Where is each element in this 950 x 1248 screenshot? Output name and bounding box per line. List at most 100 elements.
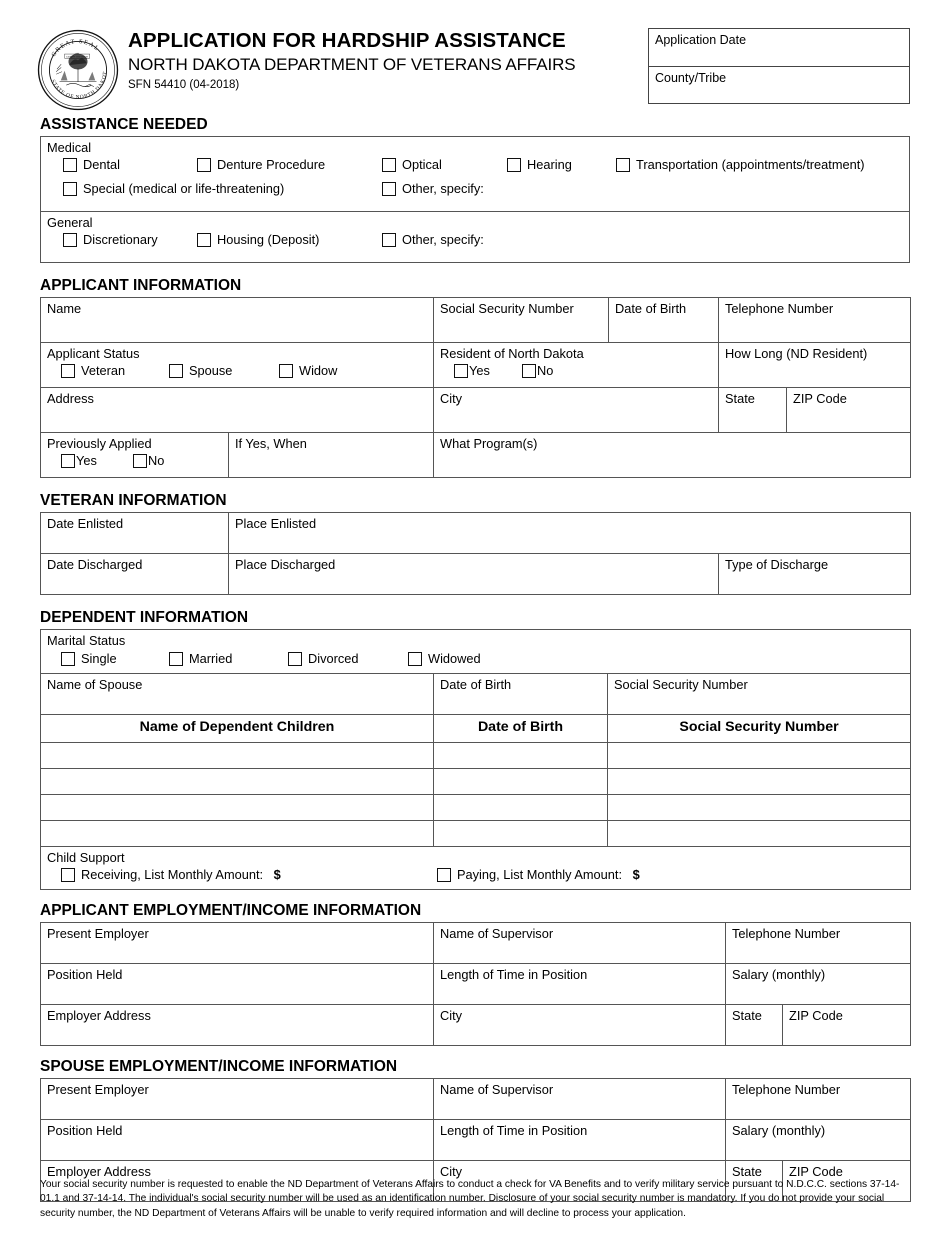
checkbox-box-icon[interactable] xyxy=(61,867,75,882)
cell-child-ssn[interactable] xyxy=(606,767,912,795)
cell-child-dob[interactable] xyxy=(433,767,608,795)
checkbox-optical[interactable]: Optical xyxy=(382,157,442,173)
checkbox-box-icon[interactable] xyxy=(133,454,147,469)
checkbox-box-icon[interactable] xyxy=(507,158,521,173)
checkbox-box-icon[interactable] xyxy=(169,651,183,666)
field-employer-telephone[interactable]: Telephone Number xyxy=(724,1077,912,1120)
checkbox-box-icon[interactable] xyxy=(437,867,451,882)
county-tribe-field[interactable]: County/Tribe xyxy=(649,66,909,103)
checkbox-box-icon[interactable] xyxy=(63,182,77,197)
field-employer-state[interactable]: State xyxy=(725,1003,783,1046)
checkbox-denture-procedure[interactable]: Denture Procedure xyxy=(197,157,325,173)
checkbox-box-icon[interactable] xyxy=(288,651,302,666)
cell-child-ssn[interactable] xyxy=(606,819,912,847)
checkbox-medical-other[interactable]: Other, specify: xyxy=(382,181,484,197)
checkbox-box-icon[interactable] xyxy=(382,233,396,248)
field-employer-telephone[interactable]: Telephone Number xyxy=(724,921,912,964)
field-position-held[interactable]: Position Held xyxy=(40,1118,434,1161)
field-date-of-birth[interactable]: Date of Birth xyxy=(608,297,720,344)
checkbox-general-other[interactable]: Other, specify: xyxy=(382,232,484,248)
field-place-discharged[interactable]: Place Discharged xyxy=(228,553,719,596)
employer-address-label: Employer Address xyxy=(47,1007,151,1023)
checkbox-resident-yes[interactable]: Yes xyxy=(454,363,490,379)
spouse-name-label: Name of Spouse xyxy=(47,676,143,692)
application-date-field[interactable]: Application Date xyxy=(649,29,909,66)
field-spouse-date-of-birth[interactable]: Date of Birth xyxy=(433,672,608,715)
checkbox-marital-married[interactable]: Married xyxy=(169,651,232,667)
checkbox-box-icon[interactable] xyxy=(279,364,293,379)
field-employer-city[interactable]: City xyxy=(433,1003,726,1046)
field-employer-address[interactable]: Employer Address xyxy=(40,1003,434,1046)
name-label: Name xyxy=(47,301,82,317)
checkbox-dental[interactable]: Dental xyxy=(63,157,120,173)
checkbox-box-icon[interactable] xyxy=(63,233,77,248)
field-zip-code[interactable]: ZIP Code xyxy=(786,387,912,434)
field-what-programs[interactable]: What Program(s) xyxy=(433,432,912,479)
field-employer-zip[interactable]: ZIP Code xyxy=(781,1003,912,1046)
field-position-held[interactable]: Position Held xyxy=(40,962,434,1005)
checkbox-box-icon[interactable] xyxy=(63,158,77,173)
field-name[interactable]: Name xyxy=(39,297,435,344)
checkbox-marital-divorced[interactable]: Divorced xyxy=(288,651,359,667)
field-name-of-spouse[interactable]: Name of Spouse xyxy=(40,672,434,715)
cell-child-name[interactable] xyxy=(40,741,434,769)
field-salary[interactable]: Salary (monthly) xyxy=(724,1118,912,1161)
checkbox-box-icon[interactable] xyxy=(197,158,211,173)
field-date-discharged[interactable]: Date Discharged xyxy=(40,553,229,596)
checkbox-resident-no[interactable]: No xyxy=(522,363,553,379)
checkbox-box-icon[interactable] xyxy=(61,454,75,469)
checkbox-box-icon[interactable] xyxy=(454,364,469,379)
field-length-of-time[interactable]: Length of Time in Position xyxy=(433,1118,726,1161)
checkbox-box-icon[interactable] xyxy=(382,158,396,173)
field-state[interactable]: State xyxy=(718,387,788,434)
field-supervisor[interactable]: Name of Supervisor xyxy=(433,1077,726,1120)
checkbox-child-support-paying[interactable]: Paying, List Monthly Amount: $ xyxy=(437,867,640,883)
checkbox-status-spouse[interactable]: Spouse xyxy=(169,363,232,379)
checkbox-box-icon[interactable] xyxy=(169,364,183,379)
checkbox-box-icon[interactable] xyxy=(61,651,75,666)
cell-child-ssn[interactable] xyxy=(606,741,912,769)
checkbox-special-medical[interactable]: Special (medical or life-threatening) xyxy=(63,181,284,197)
checkbox-previously-applied-no[interactable]: No xyxy=(133,453,164,469)
field-telephone[interactable]: Telephone Number xyxy=(718,297,912,344)
checkbox-marital-single[interactable]: Single xyxy=(61,651,117,667)
field-length-of-time[interactable]: Length of Time in Position xyxy=(433,962,726,1005)
checkbox-box-icon[interactable] xyxy=(616,158,630,173)
cell-child-name[interactable] xyxy=(40,793,434,821)
field-address[interactable]: Address xyxy=(39,387,435,434)
cell-child-dob[interactable] xyxy=(433,741,608,769)
supervisor-label: Name of Supervisor xyxy=(440,925,554,941)
cell-child-name[interactable] xyxy=(40,767,434,795)
checkbox-discretionary[interactable]: Discretionary xyxy=(63,232,158,248)
checkbox-marital-widowed[interactable]: Widowed xyxy=(408,651,481,667)
medical-group-label: Medical xyxy=(47,140,92,156)
cell-child-dob[interactable] xyxy=(433,819,608,847)
checkbox-status-widow[interactable]: Widow xyxy=(279,363,337,379)
checkbox-box-icon[interactable] xyxy=(197,233,211,248)
field-place-enlisted[interactable]: Place Enlisted xyxy=(228,512,911,555)
checkbox-box-icon[interactable] xyxy=(61,364,75,379)
checkbox-hearing[interactable]: Hearing xyxy=(507,157,572,173)
field-salary[interactable]: Salary (monthly) xyxy=(724,962,912,1005)
checkbox-box-icon[interactable] xyxy=(408,651,422,666)
field-city[interactable]: City xyxy=(433,387,720,434)
checkbox-housing-deposit[interactable]: Housing (Deposit) xyxy=(197,232,319,248)
field-if-yes-when[interactable]: If Yes, When xyxy=(227,432,435,479)
field-spouse-ssn[interactable]: Social Security Number xyxy=(606,672,912,715)
checkbox-box-icon[interactable] xyxy=(382,182,396,197)
checkbox-transportation[interactable]: Transportation (appointments/treatment) xyxy=(616,157,865,173)
field-present-employer[interactable]: Present Employer xyxy=(40,921,434,964)
field-date-enlisted[interactable]: Date Enlisted xyxy=(40,512,229,555)
checkbox-status-veteran[interactable]: Veteran xyxy=(61,363,125,379)
cell-child-dob[interactable] xyxy=(433,793,608,821)
field-type-of-discharge[interactable]: Type of Discharge xyxy=(718,553,911,596)
field-supervisor[interactable]: Name of Supervisor xyxy=(433,921,726,964)
cell-child-ssn[interactable] xyxy=(606,793,912,821)
cell-child-name[interactable] xyxy=(40,819,434,847)
checkbox-box-icon[interactable] xyxy=(522,364,537,379)
checkbox-child-support-receiving[interactable]: Receiving, List Monthly Amount: $ xyxy=(61,867,281,883)
field-present-employer[interactable]: Present Employer xyxy=(40,1077,434,1120)
checkbox-previously-applied-yes[interactable]: Yes xyxy=(61,453,97,469)
field-how-long-nd-resident[interactable]: How Long (ND Resident) xyxy=(718,342,912,389)
field-ssn[interactable]: Social Security Number xyxy=(433,297,610,344)
